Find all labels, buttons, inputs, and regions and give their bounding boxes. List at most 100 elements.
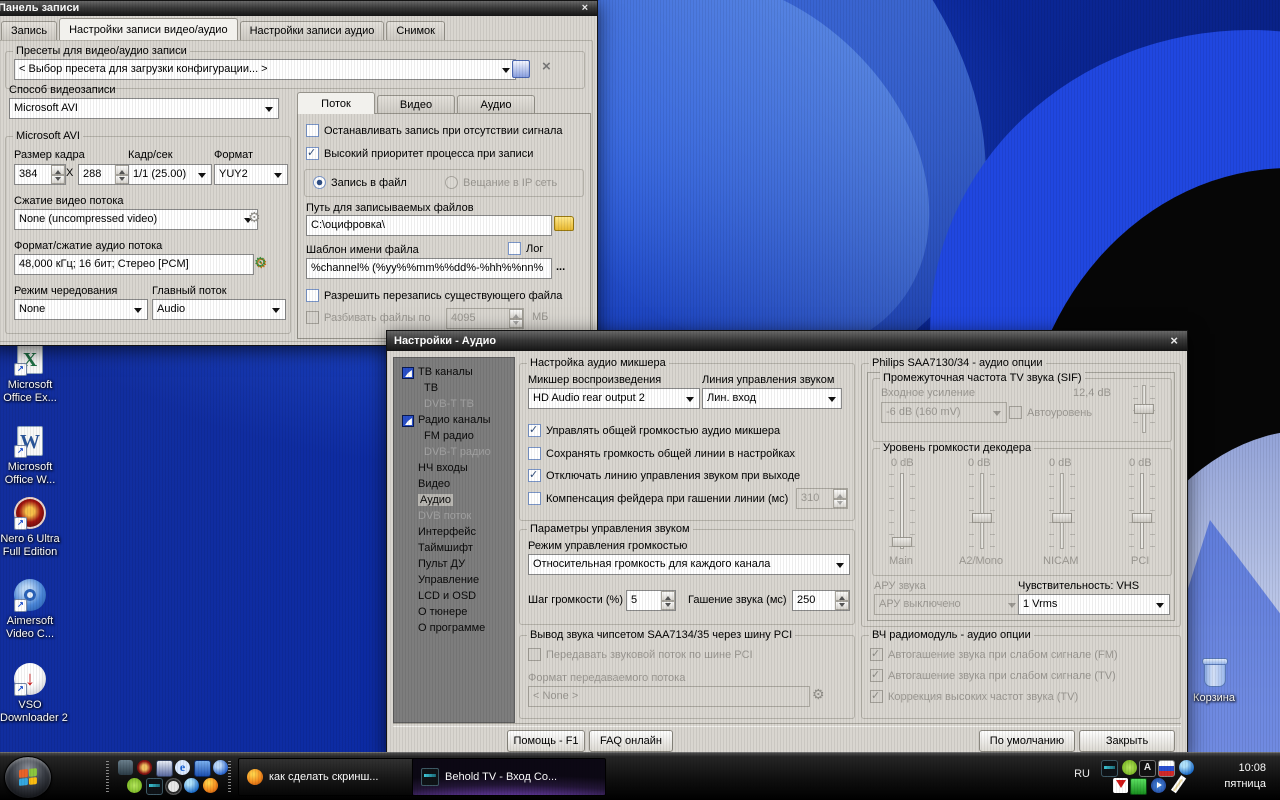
taskbar-clock[interactable]: 10:08 пятница	[1224, 760, 1266, 792]
taskbar-grip[interactable]	[228, 761, 231, 792]
nero-quicklaunch-icon[interactable]	[137, 760, 152, 775]
tree-item-lcd-osd[interactable]: LCD и OSD	[394, 588, 514, 604]
utorrent-icon[interactable]	[127, 778, 142, 793]
method-select[interactable]: Microsoft AVI	[9, 98, 279, 119]
close-button[interactable]: Закрыть	[1079, 730, 1175, 752]
browse-folder-icon[interactable]	[554, 216, 574, 231]
tray-behold-icon[interactable]	[1101, 760, 1118, 777]
tree-item-audio[interactable]: Аудио	[394, 492, 514, 508]
master-volume-checkbox[interactable]	[528, 424, 541, 437]
save-floppy-icon[interactable]	[156, 760, 173, 777]
language-indicator[interactable]: RU	[1074, 768, 1090, 780]
internet-explorer-icon[interactable]	[175, 760, 190, 775]
volume-mode-select[interactable]: Относительная громкость для каждого кана…	[528, 554, 850, 575]
desktop-icon-excel[interactable]: X MicrosoftOffice Ex...	[0, 342, 60, 405]
clock-app-icon[interactable]	[165, 778, 182, 795]
log-checkbox[interactable]	[508, 242, 521, 255]
task-button-firefox[interactable]: как сделать скринш...	[238, 758, 424, 796]
desktop-icon-nero[interactable]: Nero 6 UltraFull Edition	[0, 496, 60, 559]
help-button[interactable]: Помощь - F1	[507, 730, 585, 752]
tray-media-icon[interactable]	[1179, 760, 1194, 775]
record-to-file-radio[interactable]	[313, 176, 326, 189]
tray-punto-icon[interactable]	[1139, 760, 1156, 777]
desktop-icon-word[interactable]: W MicrosoftOffice W...	[0, 424, 60, 487]
tree-item-about-tuner[interactable]: О тюнере	[394, 604, 514, 620]
filename-template-field[interactable]: %channel% (%yy%%mm%%dd%-%hh%%nn%	[306, 258, 552, 279]
high-priority-checkbox[interactable]	[306, 147, 319, 160]
tab-audio-settings[interactable]: Настройки записи аудио	[240, 21, 385, 40]
spinner-buttons[interactable]	[661, 591, 675, 610]
template-more-button[interactable]: ...	[556, 261, 565, 273]
tree-item-timeshift[interactable]: Таймшифт	[394, 540, 514, 556]
spinner-buttons[interactable]	[115, 165, 129, 184]
tray-player-icon[interactable]	[1151, 778, 1166, 793]
tab-snapshot[interactable]: Снимок	[386, 21, 445, 40]
desktop-icon-vso[interactable]: VSODownloader 2	[0, 662, 60, 725]
overwrite-checkbox[interactable]	[306, 289, 319, 302]
close-icon[interactable]: ×	[582, 1, 588, 16]
tree-item-remote[interactable]: Пульт ДУ	[394, 556, 514, 572]
firefox-quicklaunch-icon[interactable]	[203, 778, 218, 793]
delete-preset-icon[interactable]: ×	[542, 58, 551, 75]
tree-item-video[interactable]: Видео	[394, 476, 514, 492]
media-player-classic-icon[interactable]	[118, 760, 133, 775]
spinner-buttons[interactable]	[51, 165, 65, 184]
fader-checkbox[interactable]	[528, 492, 541, 505]
main-stream-select[interactable]: Audio	[152, 299, 286, 320]
faq-button[interactable]: FAQ онлайн	[589, 730, 673, 752]
task-button-behold-tv[interactable]: Behold TV - Вход Co...	[412, 758, 606, 796]
frame-height-stepper[interactable]: 288	[78, 164, 130, 185]
close-icon[interactable]: ×	[1170, 331, 1178, 351]
media-center-icon[interactable]	[184, 778, 199, 793]
frame-width-stepper[interactable]: 384	[14, 164, 66, 185]
keep-volume-checkbox[interactable]	[528, 447, 541, 460]
audio-codec-settings-icon[interactable]: ⚙	[254, 254, 267, 271]
desktop-icon-recycle-bin[interactable]: Корзина	[1184, 655, 1244, 705]
save-preset-icon[interactable]	[512, 60, 530, 78]
tree-item-lf-inputs[interactable]: НЧ входы	[394, 460, 514, 476]
path-field[interactable]: C:\оцифровка\	[306, 215, 552, 236]
interleave-select[interactable]: None	[14, 299, 148, 320]
tab-video-audio-settings[interactable]: Настройки записи видео/аудио	[59, 18, 237, 40]
mute-on-exit-checkbox[interactable]	[528, 469, 541, 482]
spinner-buttons[interactable]	[835, 591, 849, 610]
video-codec-select[interactable]: None (uncompressed video)	[14, 209, 258, 230]
tab-audio[interactable]: Аудио	[457, 95, 535, 114]
tree-item-tv[interactable]: ТВ	[394, 380, 514, 396]
tray-ru-flag-icon[interactable]	[1158, 760, 1175, 777]
tree-item-tv-channels[interactable]: ТВ каналы	[394, 364, 514, 380]
sensitivity-select[interactable]: 1 Vrms	[1018, 594, 1170, 615]
settings-window-titlebar[interactable]: Настройки - Аудио ×	[387, 331, 1187, 351]
tree-item-control[interactable]: Управление	[394, 572, 514, 588]
mute-time-stepper[interactable]: 250	[792, 590, 850, 611]
filename-template-label: Шаблон имени файла	[306, 244, 419, 256]
tray-utorrent-icon[interactable]	[1122, 760, 1137, 775]
defaults-button[interactable]: По умолчанию	[979, 730, 1075, 752]
tray-download-icon[interactable]	[1113, 778, 1128, 793]
audio-format-field[interactable]: 48,000 кГц; 16 бит; Стерео [PCM]	[14, 254, 254, 275]
rf-hf-row: Коррекция высоких частот звука (TV)	[870, 690, 1078, 703]
tree-item-about-program[interactable]: О программе	[394, 620, 514, 636]
tray-wand-icon[interactable]	[1170, 778, 1185, 793]
mixer-select[interactable]: HD Audio rear output 2	[528, 388, 700, 409]
tab-stream[interactable]: Поток	[297, 92, 375, 114]
tree-item-fm-radio[interactable]: FM радио	[394, 428, 514, 444]
globe-icon[interactable]	[213, 760, 228, 775]
tree-item-interface[interactable]: Интерфейс	[394, 524, 514, 540]
volume-step-stepper[interactable]: 5	[626, 590, 676, 611]
line-select[interactable]: Лин. вход	[702, 388, 842, 409]
fps-select[interactable]: 1/1 (25.00)	[128, 164, 212, 185]
tray-battery-icon[interactable]	[1130, 778, 1147, 795]
stop-on-no-signal-checkbox[interactable]	[306, 124, 319, 137]
tree-item-radio-channels[interactable]: Радио каналы	[394, 412, 514, 428]
tab-record[interactable]: Запись	[1, 21, 57, 40]
display-icon[interactable]	[194, 760, 211, 777]
recording-window-titlebar[interactable]: Панель записи ×	[0, 1, 597, 16]
behold-tv-icon[interactable]	[146, 778, 163, 795]
start-button[interactable]	[4, 756, 52, 799]
quicklaunch-grip[interactable]	[106, 761, 109, 792]
desktop-icon-aimersoft[interactable]: AimersoftVideo C...	[0, 578, 60, 641]
tab-video[interactable]: Видео	[377, 95, 455, 114]
preset-select[interactable]: < Выбор пресета для загрузки конфигураци…	[14, 59, 516, 80]
format-select[interactable]: YUY2	[214, 164, 288, 185]
